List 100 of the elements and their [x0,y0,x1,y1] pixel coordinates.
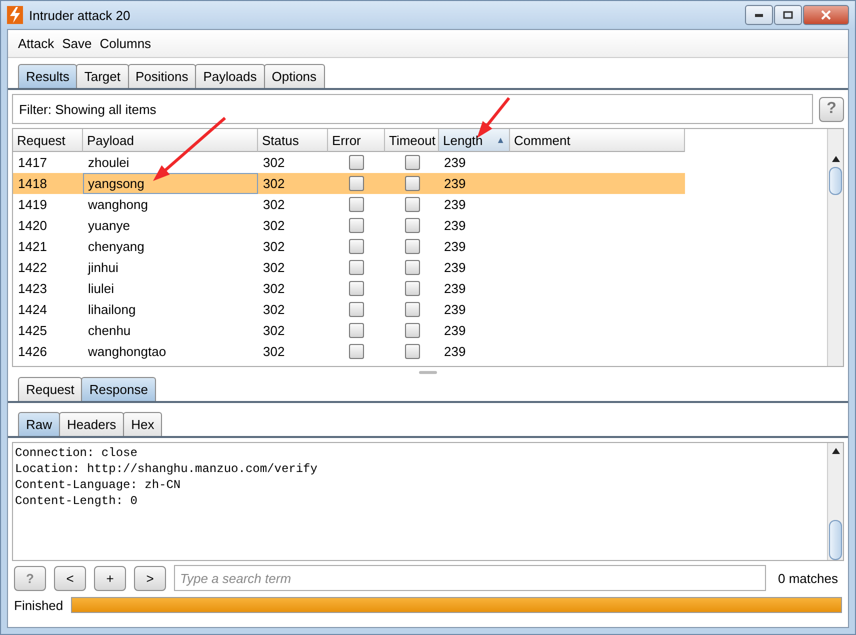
table-cell-text: 239 [443,238,467,256]
response-line: Content-Language: zh-CN [15,477,182,493]
table-cell-text: 1419 [17,196,48,214]
scrollbar[interactable] [827,443,843,560]
checkbox[interactable] [404,323,420,338]
table-cell-text: 302 [262,175,286,193]
table-row[interactable]: 1423 liulei 302 239 [13,278,685,299]
table-row[interactable]: 1421 chenyang 302 239 [13,236,685,257]
table-row[interactable]: 1426 wanghongtao 302 239 [13,341,685,362]
checkbox[interactable] [349,281,364,296]
checkbox[interactable] [404,239,420,254]
table-row[interactable]: 1420 yuanye 302 239 [13,215,685,236]
column-header[interactable]: Request [13,129,83,152]
table-cell-text: lihailong [87,301,137,319]
close-icon [821,10,831,20]
minimize-button[interactable] [745,5,773,25]
response-line: Location: http://shanghu.manzuo.com/verify [15,461,318,477]
menu-item[interactable]: Attack [18,36,54,51]
table-cell-text: 302 [262,259,286,277]
table-cell-text: yuanye [87,217,131,235]
column-header[interactable]: Status [258,129,328,152]
table-row[interactable]: 1419 wanghong 302 239 [13,194,685,215]
column-header[interactable]: Error [328,129,385,152]
checkbox[interactable] [349,197,364,212]
checkbox[interactable] [349,176,364,191]
column-label: Status [262,132,299,148]
checkbox[interactable] [404,344,420,359]
splitter-handle[interactable] [419,370,437,374]
checkbox[interactable] [349,260,364,275]
scroll-thumb[interactable] [829,520,842,560]
table-cell-text: 1423 [17,280,48,298]
table-cell-text: jinhui [86,259,120,277]
close-button[interactable] [803,5,849,25]
table-row[interactable]: 1425 chenhu 302 239 [13,320,685,341]
table-cell-text: 1426 [17,343,48,361]
menu-item[interactable]: Columns [100,36,152,51]
table-cell-text: 1422 [17,259,48,277]
maximize-icon [783,11,793,19]
tab[interactable]: Payloads [195,64,265,88]
sort-icon: ▲ [496,135,505,145]
table-cell-text: 1417 [17,154,48,172]
table-cell-text: 1420 [17,217,48,235]
checkbox[interactable] [404,155,420,170]
response-line: Content-Length: 0 [15,493,138,509]
tab[interactable]: Response [81,377,156,401]
checkbox[interactable] [404,218,420,233]
search-nav-button[interactable]: + [94,566,126,590]
menu-item[interactable]: Save [62,36,92,51]
table-cell-text: 302 [262,322,286,340]
match-count: 0 matches [777,570,839,586]
scrollbar[interactable] [827,129,843,366]
table-cell-text: 239 [443,196,467,214]
checkbox[interactable] [404,197,420,212]
checkbox[interactable] [349,155,364,170]
checkbox[interactable] [349,218,364,233]
checkbox[interactable] [349,344,364,359]
column-label: Request [17,132,66,148]
checkbox[interactable] [349,323,364,338]
tab[interactable]: Target [76,64,128,88]
tab[interactable]: Hex [123,412,162,436]
maximize-button[interactable] [774,5,802,25]
tab[interactable]: Headers [59,412,124,436]
table-cell-text: wanghong [87,196,149,214]
tab[interactable]: Results [18,64,78,88]
column-header[interactable]: Comment [510,129,685,152]
column-label: Comment [514,132,570,148]
tab[interactable]: Positions [128,64,196,88]
checkbox[interactable] [404,281,420,296]
column-header[interactable]: Length ▲ [439,129,510,152]
column-label: Error [332,132,361,148]
checkbox[interactable] [349,239,364,254]
tab[interactable]: Raw [18,412,60,436]
column-label: Timeout [389,132,436,148]
window-title: Intruder attack 20 [29,8,132,22]
table-cell-text: chenyang [87,238,146,256]
table-cell-text: 239 [443,154,467,172]
table-cell: yangsong [83,173,258,194]
search-nav-button[interactable]: > [134,566,166,590]
table-cell-text: wanghongtao [87,343,168,361]
checkbox[interactable] [404,176,420,191]
table-cell-text: 239 [443,301,467,319]
scroll-thumb[interactable] [829,167,842,195]
column-header[interactable]: Payload [83,129,258,152]
table-row[interactable]: 1422 jinhui 302 239 [13,257,685,278]
help-button[interactable]: ? [819,96,844,122]
table-row[interactable]: 1418 yangsong 302 239 [13,173,685,194]
search-nav-button[interactable]: < [54,566,86,590]
filter-bar[interactable]: Filter: Showing all items [12,94,813,124]
table-row[interactable]: 1424 lihailong 302 239 [13,299,685,320]
checkbox[interactable] [404,260,420,275]
column-header[interactable]: Timeout [385,129,439,152]
table-row[interactable]: 1417 zhoulei 302 239 [13,152,685,173]
lightning-icon [7,6,23,24]
tab[interactable]: Options [264,64,325,88]
checkbox[interactable] [404,302,420,317]
tab[interactable]: Request [18,377,82,401]
checkbox[interactable] [349,302,364,317]
search-field[interactable]: Type a search term [174,565,766,591]
table-cell-text: 239 [443,259,467,277]
table-cell-text: 1418 [17,175,48,193]
